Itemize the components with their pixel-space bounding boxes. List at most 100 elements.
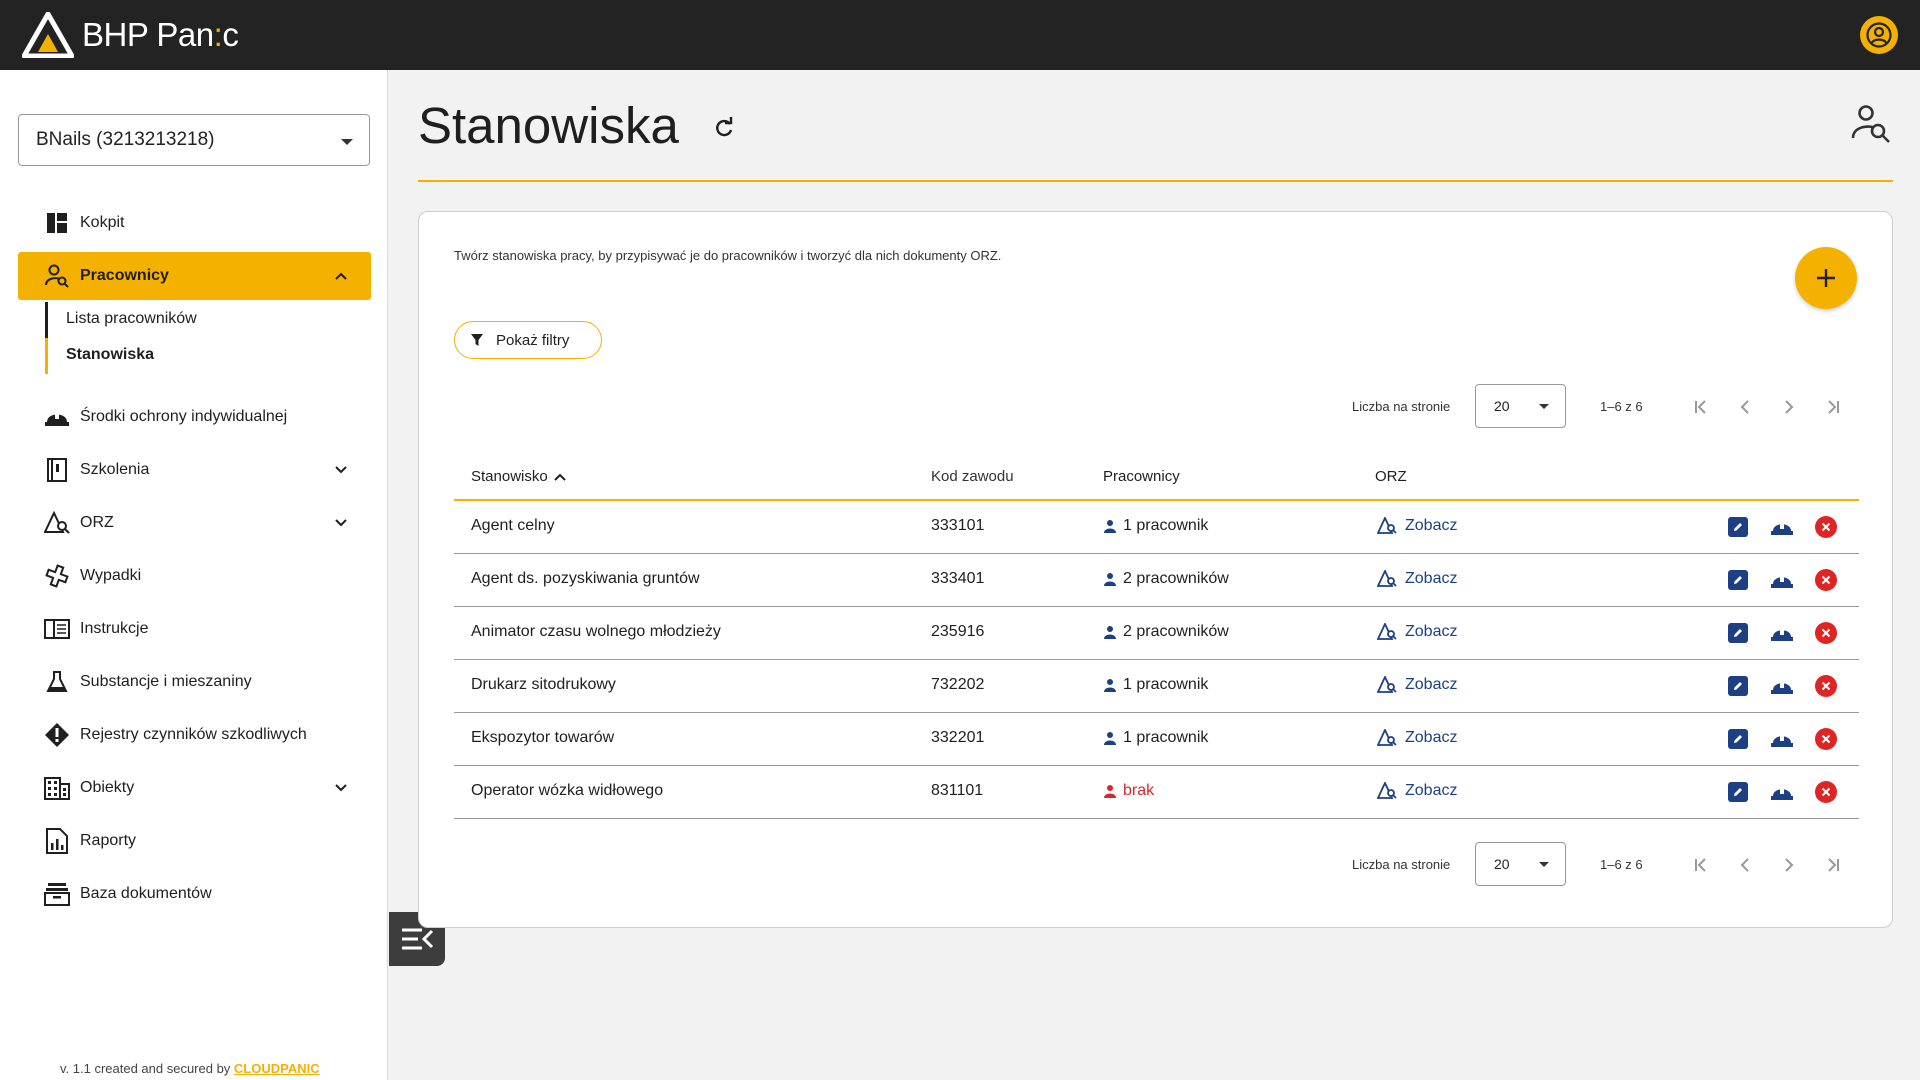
rows-per-page-select[interactable]: 20 xyxy=(1475,842,1566,886)
first-page-icon xyxy=(1695,858,1706,872)
chevron-left-icon xyxy=(1740,400,1749,414)
helmet-icon xyxy=(1771,627,1793,641)
employees-count[interactable]: 1 pracownik xyxy=(1103,729,1208,747)
orz-view-link[interactable]: Zobacz xyxy=(1377,570,1457,588)
sidebar-item-obiekty[interactable]: Obiekty xyxy=(18,764,371,812)
table-header: Stanowisko Kod zawodu Pracownicy ORZ xyxy=(454,449,1859,501)
caret-down-icon xyxy=(341,139,353,145)
orz-view-link[interactable]: Zobacz xyxy=(1377,623,1457,641)
delete-icon xyxy=(1815,728,1837,750)
table-row[interactable]: Drukarz sitodrukowy 732202 1 pracownik Zoba… xyxy=(454,660,1859,713)
sidebar-item-baza-dokumentow[interactable]: Baza dokumentów xyxy=(18,870,371,918)
submenu-indicator xyxy=(45,302,48,338)
table-row[interactable]: Agent celny 333101 1 pracownik Zobacz xyxy=(454,501,1859,554)
company-select[interactable]: BNails (3213213218) xyxy=(18,114,370,166)
show-filters-button[interactable]: Pokaż filtry xyxy=(454,321,602,359)
assign-ppe-button[interactable] xyxy=(1770,515,1794,539)
next-page-button[interactable] xyxy=(1778,854,1800,876)
orz-view-label: Zobacz xyxy=(1405,729,1458,746)
employees-count[interactable]: brak xyxy=(1103,782,1154,800)
edit-position-button[interactable] xyxy=(1726,674,1750,698)
caret-down-icon xyxy=(1539,404,1549,409)
delete-position-button[interactable] xyxy=(1814,621,1838,645)
assign-ppe-button[interactable] xyxy=(1770,780,1794,804)
prev-page-button[interactable] xyxy=(1734,854,1756,876)
assign-ppe-button[interactable] xyxy=(1770,621,1794,645)
column-header-kod-zawodu[interactable]: Kod zawodu xyxy=(931,468,1014,485)
position-name: Animator czasu wolnego młodzieży xyxy=(471,623,721,640)
edit-position-button[interactable] xyxy=(1726,780,1750,804)
employees-count[interactable]: 2 pracowników xyxy=(1103,570,1229,588)
book-icon xyxy=(44,457,70,483)
flask-icon xyxy=(44,669,70,695)
first-page-button[interactable] xyxy=(1690,854,1712,876)
search-employee-button[interactable] xyxy=(1850,104,1892,149)
user-account-button[interactable] xyxy=(1860,16,1898,54)
edit-position-button[interactable] xyxy=(1726,621,1750,645)
risk-icon xyxy=(1377,782,1397,800)
assign-ppe-button[interactable] xyxy=(1770,727,1794,751)
assign-ppe-button[interactable] xyxy=(1770,674,1794,698)
orz-view-link[interactable]: Zobacz xyxy=(1377,517,1457,535)
prev-page-button[interactable] xyxy=(1734,396,1756,418)
filter-button-label: Pokaż filtry xyxy=(496,331,570,349)
table-row[interactable]: Operator wózka widłowego 831101 brak Zobacz xyxy=(454,766,1859,819)
delete-position-button[interactable] xyxy=(1814,727,1838,751)
rows-per-page-value: 20 xyxy=(1494,398,1510,414)
assign-ppe-button[interactable] xyxy=(1770,568,1794,592)
rows-per-page-select[interactable]: 20 xyxy=(1475,384,1566,428)
table-row[interactable]: Ekspozytor towarów 332201 1 pracownik Zobac… xyxy=(454,713,1859,766)
sidebar-item-srodki-ochrony[interactable]: Środki ochrony indywidualnej xyxy=(18,393,371,441)
delete-position-button[interactable] xyxy=(1814,780,1838,804)
edit-position-button[interactable] xyxy=(1726,568,1750,592)
employees-count-label: 2 pracowników xyxy=(1123,623,1229,640)
sidebar-item-substancje[interactable]: Substancje i mieszaniny xyxy=(18,658,371,706)
column-header-pracownicy[interactable]: Pracownicy xyxy=(1103,468,1180,485)
last-page-button[interactable] xyxy=(1822,396,1844,418)
table-row[interactable]: Agent ds. pozyskiwania gruntów 333401 2 pr… xyxy=(454,554,1859,607)
employees-count[interactable]: 2 pracowników xyxy=(1103,623,1229,641)
orz-view-link[interactable]: Zobacz xyxy=(1377,729,1457,747)
sidebar-subitem-stanowiska[interactable]: Stanowiska xyxy=(66,346,154,364)
sidebar-item-wypadki[interactable]: Wypadki xyxy=(18,552,371,600)
table-row[interactable]: Animator czasu wolnego młodzieży 235916 2 … xyxy=(454,607,1859,660)
delete-position-button[interactable] xyxy=(1814,674,1838,698)
column-header-stanowisko[interactable]: Stanowisko xyxy=(471,468,567,485)
employees-count-label: brak xyxy=(1123,782,1155,799)
occupation-code: 235916 xyxy=(931,623,985,640)
first-page-button[interactable] xyxy=(1690,396,1712,418)
sidebar-item-orz[interactable]: ORZ xyxy=(18,499,371,547)
employees-count[interactable]: 1 pracownik xyxy=(1103,676,1208,694)
sidebar-item-rejestry[interactable]: Rejestry czynników szkodliwych xyxy=(18,711,371,759)
sidebar-item-raporty[interactable]: Raporty xyxy=(18,817,371,865)
person-icon xyxy=(1103,572,1117,586)
orz-view-link[interactable]: Zobacz xyxy=(1377,782,1457,800)
next-page-button[interactable] xyxy=(1778,396,1800,418)
app-logo[interactable]: BHP Pan:c xyxy=(22,12,239,58)
last-page-icon xyxy=(1828,400,1839,414)
sidebar-item-instrukcje[interactable]: Instrukcje xyxy=(18,605,371,653)
person-icon xyxy=(1103,784,1117,798)
refresh-icon xyxy=(716,117,733,137)
employees-count[interactable]: 1 pracownik xyxy=(1103,517,1208,535)
sidebar-item-label: Instrukcje xyxy=(80,620,149,637)
occupation-code: 333101 xyxy=(931,517,985,534)
edit-position-button[interactable] xyxy=(1726,727,1750,751)
edit-icon xyxy=(1728,517,1748,537)
add-position-button[interactable] xyxy=(1795,247,1857,309)
delete-position-button[interactable] xyxy=(1814,568,1838,592)
column-header-orz[interactable]: ORZ xyxy=(1375,468,1407,485)
refresh-button[interactable] xyxy=(713,117,735,144)
orz-view-label: Zobacz xyxy=(1405,517,1458,534)
orz-view-link[interactable]: Zobacz xyxy=(1377,676,1457,694)
pagination-bottom: Liczba na stronie 20 1–6 z 6 xyxy=(419,842,1894,888)
delete-position-button[interactable] xyxy=(1814,515,1838,539)
medical-icon xyxy=(44,563,70,589)
last-page-button[interactable] xyxy=(1822,854,1844,876)
cloudpanic-link[interactable]: CLOUDPANIC xyxy=(234,1061,320,1076)
sidebar-item-pracownicy[interactable]: Pracownicy xyxy=(18,252,371,300)
sidebar-item-szkolenia[interactable]: Szkolenia xyxy=(18,446,371,494)
sidebar-item-kokpit[interactable]: Kokpit xyxy=(18,199,371,247)
sidebar-subitem-lista-pracownikow[interactable]: Lista pracowników xyxy=(66,310,197,328)
edit-position-button[interactable] xyxy=(1726,515,1750,539)
